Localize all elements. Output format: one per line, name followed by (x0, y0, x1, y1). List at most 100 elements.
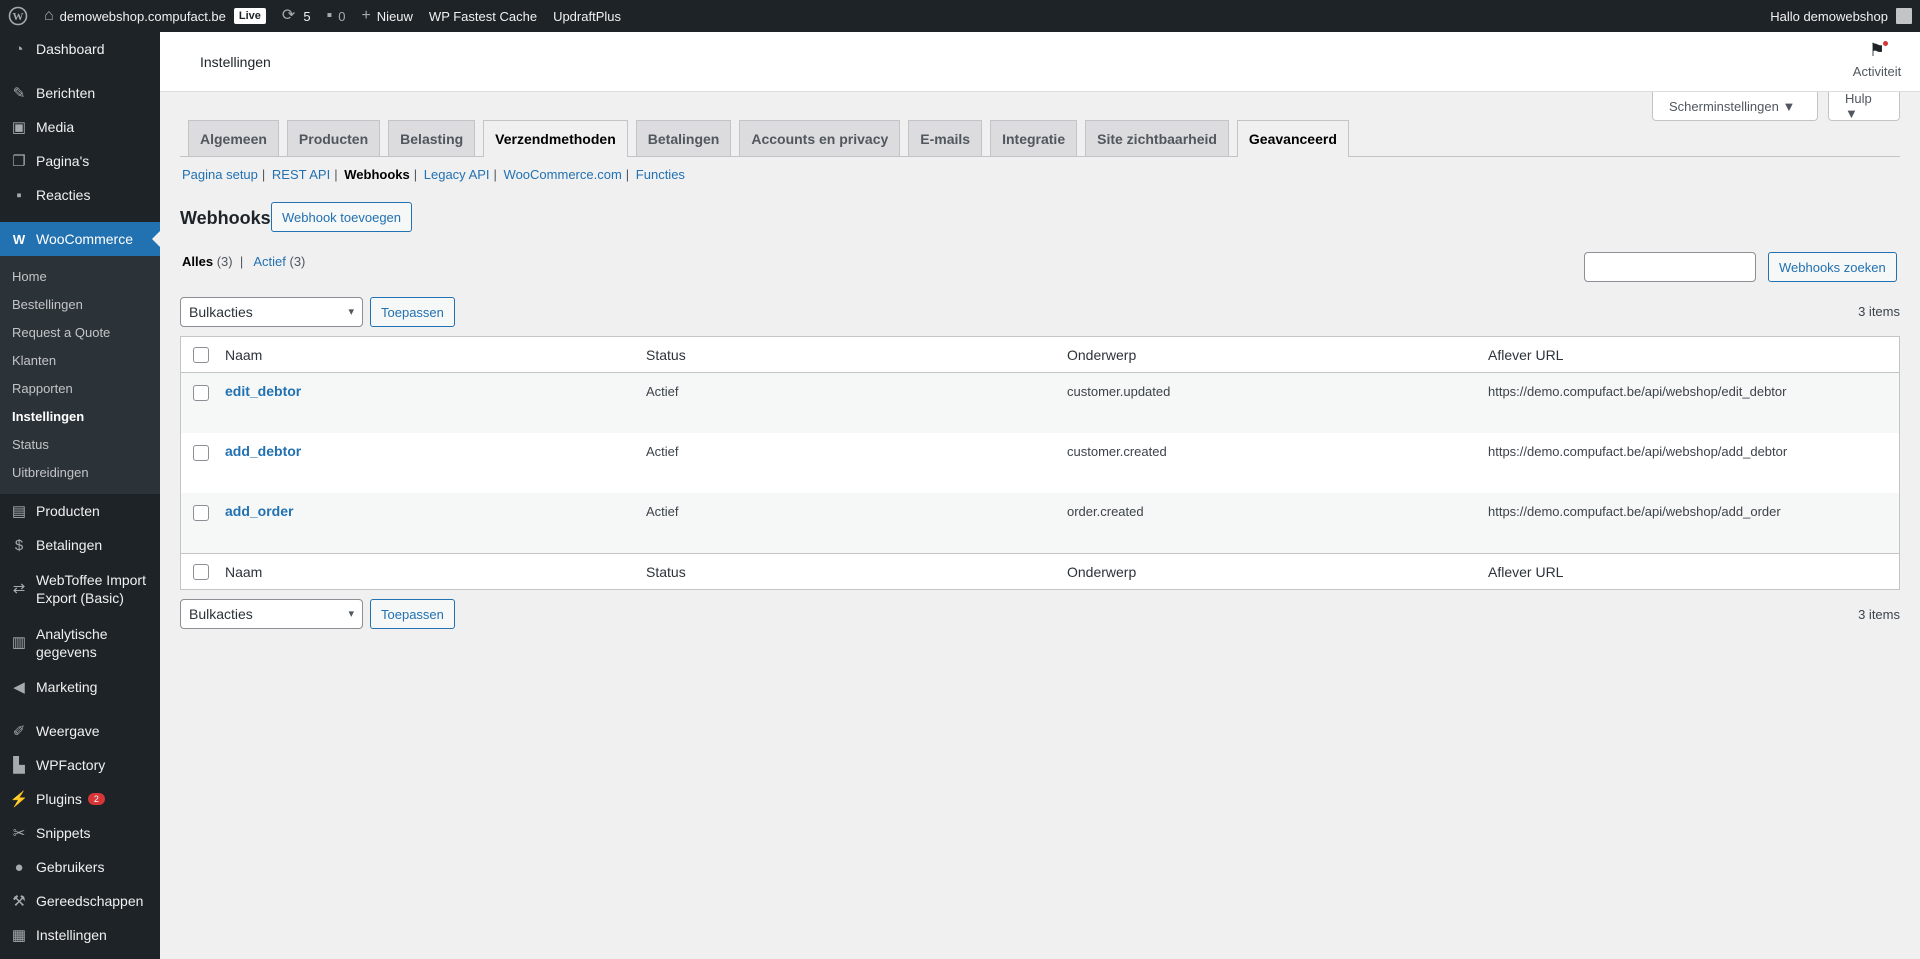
section-pagina-setup[interactable]: Pagina setup (182, 167, 258, 182)
column-footer-status: Status (646, 564, 686, 580)
menu-woocommerce[interactable]: W WooCommerce (0, 222, 160, 256)
woocommerce-submenu: Home Bestellingen Request a Quote Klante… (0, 256, 160, 494)
menu-weergave[interactable]: ✐ Weergave (0, 714, 160, 748)
column-footer-aflever-url: Aflever URL (1488, 564, 1564, 580)
table-row: add_debtor Actief customer.created https… (181, 433, 1899, 493)
menu-betalingen[interactable]: $ Betalingen (0, 528, 160, 562)
section-rest-api[interactable]: REST API (272, 167, 330, 182)
filter-active[interactable]: Actief (253, 254, 286, 269)
select-all-checkbox-bottom[interactable] (193, 564, 209, 580)
menu-paginas[interactable]: ❐ Pagina's (0, 144, 160, 178)
add-webhook-button[interactable]: Webhook toevoegen (271, 202, 413, 232)
webhooks-table: Naam Status Onderwerp Aflever URL edit_d… (180, 336, 1900, 590)
submenu-instellingen[interactable]: Instellingen (0, 403, 160, 431)
table-footer-row: Naam Status Onderwerp Aflever URL (181, 553, 1899, 589)
new-content-link[interactable]: + Nieuw (353, 0, 420, 32)
home-icon: ⌂ (44, 7, 54, 24)
section-functies[interactable]: Functies (636, 167, 685, 182)
tab-e-mails[interactable]: E-mails (908, 120, 983, 156)
tab-belasting[interactable]: Belasting (388, 120, 476, 156)
chevron-down-icon: ▾ (348, 608, 354, 620)
brush-icon: ✐ (12, 723, 26, 740)
column-header-naam: Naam (225, 347, 263, 363)
tab-integratie[interactable]: Integratie (990, 120, 1078, 156)
menu-label: WooCommerce (36, 231, 133, 247)
menu-media[interactable]: ▣ Media (0, 110, 160, 144)
menu-gebruikers[interactable]: ● Gebruikers (0, 850, 160, 884)
menu-plugins[interactable]: ⚡ Plugins 2 (0, 782, 160, 816)
bulk-actions-select-top[interactable]: Bulkacties ▾ (180, 297, 363, 327)
menu-analytische-gegevens[interactable]: ▥ Analytische gegevens (0, 616, 160, 670)
submenu-klanten[interactable]: Klanten (0, 347, 160, 375)
comment-icon: ▪ (326, 7, 333, 24)
avatar (1896, 8, 1912, 24)
menu-webtoffee[interactable]: ⇄ WebToffee Import Export (Basic) (0, 562, 160, 616)
search-input[interactable] (1584, 252, 1756, 282)
updates-link[interactable]: ⟳ 5 (274, 0, 319, 32)
menu-label: Marketing (36, 679, 98, 695)
menu-label: Plugins (36, 791, 82, 807)
tab-producten[interactable]: Producten (286, 120, 381, 156)
comments-link[interactable]: ▪ 0 (319, 0, 354, 32)
menu-berichten[interactable]: ✎ Berichten (0, 76, 160, 110)
page-header: Instellingen ⚑ Activiteit (160, 32, 1920, 92)
activity-button[interactable]: ⚑ Activiteit (1846, 40, 1908, 79)
tab-accounts-en-privacy[interactable]: Accounts en privacy (739, 120, 901, 156)
menu-label: WebToffee Import Export (Basic) (36, 572, 146, 606)
webhook-name-link[interactable]: add_order (225, 503, 293, 519)
tab-betalingen[interactable]: Betalingen (635, 120, 732, 156)
menu-dashboard[interactable]: ◔ Dashboard (0, 32, 160, 66)
tab-site-zichtbaarheid[interactable]: Site zichtbaarheid (1085, 120, 1229, 156)
webhook-name-link[interactable]: add_debtor (225, 443, 301, 459)
menu-producten[interactable]: ▤ Producten (0, 494, 160, 528)
plugins-update-badge: 2 (87, 793, 105, 805)
tab-verzendmethoden[interactable]: Verzendmethoden (483, 120, 628, 157)
tab-algemeen[interactable]: Algemeen (188, 120, 279, 156)
search-webhooks-button[interactable]: Webhooks zoeken (1768, 252, 1897, 282)
wordpress-logo[interactable]: W (0, 0, 36, 32)
menu-gereedschappen[interactable]: ⚒ Gereedschappen (0, 884, 160, 918)
submenu-status[interactable]: Status (0, 431, 160, 459)
column-header-aflever-url: Aflever URL (1488, 347, 1564, 363)
section-webhooks[interactable]: Webhooks (344, 167, 410, 182)
tab-geavanceerd[interactable]: Geavanceerd (1236, 120, 1349, 157)
webhook-topic: customer.updated (1067, 384, 1171, 399)
row-checkbox[interactable] (193, 445, 209, 461)
pin-icon: ✎ (12, 85, 26, 102)
my-account[interactable]: Hallo demowebshop (1770, 8, 1920, 24)
fastest-cache-link[interactable]: WP Fastest Cache (421, 0, 545, 32)
snippets-icon: ✂ (12, 825, 26, 842)
row-checkbox[interactable] (193, 385, 209, 401)
section-links: Pagina setup | REST API | Webhooks | Legacy… (182, 167, 685, 182)
settings-tabs: Algemeen Producten Belasting Verzendmeth… (180, 120, 1900, 157)
menu-instellingen[interactable]: ▦ Instellingen (0, 918, 160, 952)
menu-wpfactory[interactable]: ▙ WPFactory (0, 748, 160, 782)
admin-sidebar: ◔ Dashboard ✎ Berichten ▣ Media ❐ Pagina's ▪… (0, 32, 160, 959)
section-woocommerce-com[interactable]: WooCommerce.com (504, 167, 622, 182)
submenu-rapporten[interactable]: Rapporten (0, 375, 160, 403)
menu-label: Media (36, 119, 75, 135)
site-name: demowebshop.compufact.be (59, 8, 226, 24)
submenu-home[interactable]: Home (0, 263, 160, 291)
site-name-link[interactable]: ⌂ demowebshop.compufact.be Live (36, 0, 274, 32)
user-icon: ● (14, 858, 24, 876)
submenu-uitbreidingen[interactable]: Uitbreidingen (0, 459, 160, 487)
apply-button-top[interactable]: Toepassen (370, 297, 455, 327)
submenu-bestellingen[interactable]: Bestellingen (0, 291, 160, 319)
screen-settings-button[interactable]: Scherminstellingen ▼ (1652, 92, 1818, 121)
help-button[interactable]: Hulp ▼ (1828, 91, 1900, 121)
row-checkbox[interactable] (193, 505, 209, 521)
updraftplus-link[interactable]: UpdraftPlus (545, 0, 629, 32)
filter-all[interactable]: Alles (182, 254, 213, 269)
select-all-checkbox[interactable] (193, 347, 209, 363)
submenu-request-a-quote[interactable]: Request a Quote (0, 319, 160, 347)
menu-snippets[interactable]: ✂ Snippets (0, 816, 160, 850)
menu-marketing[interactable]: ◀ Marketing (0, 670, 160, 704)
apply-button-bottom[interactable]: Toepassen (370, 599, 455, 629)
webhook-status: Actief (646, 384, 679, 399)
bulk-actions-select-bottom[interactable]: Bulkacties ▾ (180, 599, 363, 629)
table-row: edit_debtor Actief customer.updated http… (181, 373, 1899, 433)
menu-reacties[interactable]: ▪ Reacties (0, 178, 160, 212)
section-legacy-api[interactable]: Legacy API (424, 167, 490, 182)
webhook-name-link[interactable]: edit_debtor (225, 383, 301, 399)
